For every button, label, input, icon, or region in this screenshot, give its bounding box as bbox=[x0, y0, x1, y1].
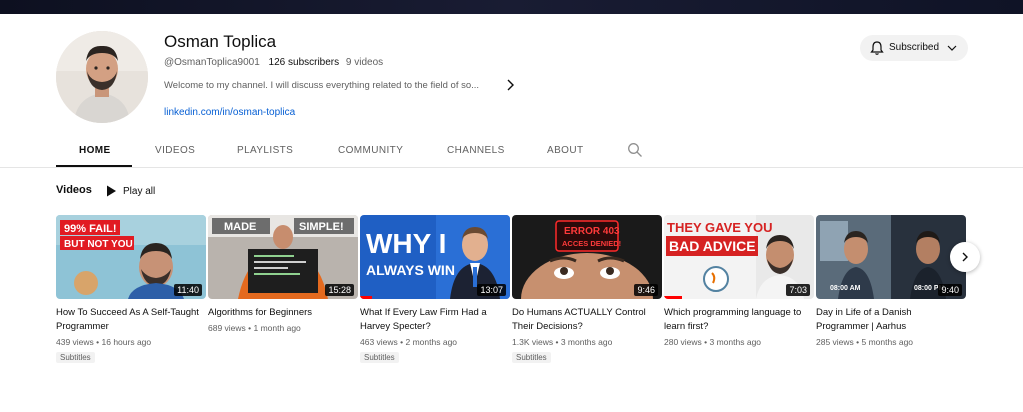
channel-banner bbox=[0, 0, 1023, 14]
watch-progress-bar bbox=[360, 296, 372, 299]
watch-progress-bar bbox=[664, 296, 682, 299]
bell-icon bbox=[869, 40, 885, 56]
video-thumbnail[interactable]: WHY I ALWAYS WIN 13:07 bbox=[360, 215, 510, 299]
channel-tabs: HOME VIDEOS PLAYLISTS COMMUNITY CHANNELS… bbox=[0, 139, 1023, 168]
video-card[interactable]: 08:00 AM 08:00 PM 9:40 Day in Life of a … bbox=[816, 215, 966, 347]
play-icon bbox=[107, 185, 116, 197]
video-card[interactable]: ERROR 403 ACCES DENIED! 9:46 Do Humans A… bbox=[512, 215, 662, 365]
chevron-right-icon bbox=[962, 252, 968, 262]
view-count: 689 views bbox=[208, 323, 246, 333]
subtitles-badge: Subtitles bbox=[360, 352, 399, 363]
subtitles-badge: Subtitles bbox=[512, 352, 551, 363]
channel-handle: @OsmanToplica9001 bbox=[164, 57, 260, 68]
video-duration: 9:46 bbox=[634, 284, 658, 296]
channel-name: Osman Toplica bbox=[164, 32, 277, 51]
view-count: 463 views bbox=[360, 337, 398, 347]
thumbnail-text: THEY GAVE YOU bbox=[667, 220, 772, 235]
view-count: 439 views bbox=[56, 337, 94, 347]
video-stats: 285 views • 5 months ago bbox=[816, 337, 914, 347]
tab-playlists[interactable]: PLAYLISTS bbox=[237, 145, 293, 156]
channel-link[interactable]: linkedin.com/in/osman-toplica bbox=[164, 107, 295, 118]
thumbnail-text: ACCES DENIED! bbox=[562, 239, 621, 248]
video-card[interactable]: THEY GAVE YOU BAD ADVICE 7:03 Which prog… bbox=[664, 215, 814, 347]
subscribed-label: Subscribed bbox=[889, 42, 940, 53]
chevron-down-icon bbox=[946, 42, 958, 54]
thumbnail-text: BAD ADVICE bbox=[669, 238, 756, 254]
thumbnail-text: BUT NOT YOU bbox=[64, 239, 133, 250]
video-title[interactable]: What If Every Law Firm Had a Harvey Spec… bbox=[360, 306, 508, 334]
section-title: Videos bbox=[56, 184, 92, 196]
video-duration: 9:40 bbox=[938, 284, 962, 296]
channel-meta: @OsmanToplica9001 126 subscribers 9 vide… bbox=[164, 57, 383, 68]
view-count: 280 views bbox=[664, 337, 702, 347]
search-icon[interactable] bbox=[627, 142, 643, 158]
upload-age: 3 months ago bbox=[709, 337, 762, 347]
upload-age: 1 month ago bbox=[253, 323, 301, 333]
thumbnail-text: 08:00 AM bbox=[830, 285, 861, 292]
subtitles-badge: Subtitles bbox=[56, 352, 95, 363]
channel-description[interactable]: Welcome to my channel. I will discuss ev… bbox=[164, 80, 479, 91]
video-duration: 15:28 bbox=[325, 284, 354, 296]
channel-avatar[interactable] bbox=[56, 31, 148, 123]
thumbnail-text: ERROR 403 bbox=[564, 226, 620, 237]
video-stats: 463 views • 2 months ago bbox=[360, 337, 458, 347]
video-duration: 7:03 bbox=[786, 284, 810, 296]
tab-channels[interactable]: CHANNELS bbox=[447, 145, 505, 156]
thumbnail-text: ALWAYS WIN bbox=[366, 262, 455, 278]
thumbnail-text: MADE bbox=[224, 221, 256, 233]
tab-home[interactable]: HOME bbox=[79, 145, 111, 156]
thumbnail-text: 99% FAIL! bbox=[64, 223, 117, 235]
tab-about[interactable]: ABOUT bbox=[547, 145, 583, 156]
video-card[interactable]: 99% FAIL! BUT NOT YOU 11:40 How To Succe… bbox=[56, 215, 206, 365]
video-thumbnail[interactable]: THEY GAVE YOU BAD ADVICE 7:03 bbox=[664, 215, 814, 299]
view-count: 285 views bbox=[816, 337, 854, 347]
shelf-next-button[interactable] bbox=[950, 242, 980, 272]
video-title[interactable]: Algorithms for Beginners bbox=[208, 306, 356, 320]
upload-age: 3 months ago bbox=[560, 337, 613, 347]
video-title[interactable]: How To Succeed As A Self-Taught Programm… bbox=[56, 306, 204, 334]
upload-age: 2 months ago bbox=[405, 337, 458, 347]
video-duration: 13:07 bbox=[477, 284, 506, 296]
active-tab-indicator bbox=[56, 165, 132, 167]
video-title[interactable]: Day in Life of a Danish Programmer | Aar… bbox=[816, 306, 964, 334]
tab-community[interactable]: COMMUNITY bbox=[338, 145, 403, 156]
thumbnail-text: SIMPLE! bbox=[299, 221, 344, 233]
video-thumbnail[interactable]: 99% FAIL! BUT NOT YOU 11:40 bbox=[56, 215, 206, 299]
play-all-button[interactable]: Play all bbox=[106, 183, 155, 199]
video-stats: 439 views • 16 hours ago bbox=[56, 337, 152, 347]
chevron-right-icon[interactable] bbox=[504, 76, 518, 94]
video-stats: 1.3K views • 3 months ago bbox=[512, 337, 613, 347]
video-card[interactable]: WHY I ALWAYS WIN 13:07 What If Every Law… bbox=[360, 215, 510, 365]
video-title[interactable]: Which programming language to learn firs… bbox=[664, 306, 812, 334]
video-count: 9 videos bbox=[345, 57, 384, 68]
video-stats: 689 views • 1 month ago bbox=[208, 323, 301, 333]
video-title[interactable]: Do Humans ACTUALLY Control Their Decisio… bbox=[512, 306, 660, 334]
play-all-label: Play all bbox=[123, 185, 156, 197]
thumbnail-text: WHY I bbox=[366, 228, 446, 259]
video-duration: 11:40 bbox=[174, 284, 202, 296]
upload-age: 16 hours ago bbox=[101, 337, 152, 347]
video-thumbnail[interactable]: ERROR 403 ACCES DENIED! 9:46 bbox=[512, 215, 662, 299]
video-thumbnail[interactable]: MADE SIMPLE! 15:28 bbox=[208, 215, 358, 299]
video-stats: 280 views • 3 months ago bbox=[664, 337, 762, 347]
subscribed-button[interactable]: Subscribed bbox=[860, 35, 968, 61]
tab-videos[interactable]: VIDEOS bbox=[155, 145, 195, 156]
subscriber-count: 126 subscribers bbox=[268, 57, 340, 68]
video-thumbnail[interactable]: 08:00 AM 08:00 PM 9:40 bbox=[816, 215, 966, 299]
video-card[interactable]: MADE SIMPLE! 15:28 Algorithms for Beginn… bbox=[208, 215, 358, 333]
upload-age: 5 months ago bbox=[861, 337, 914, 347]
view-count: 1.3K views bbox=[512, 337, 554, 347]
